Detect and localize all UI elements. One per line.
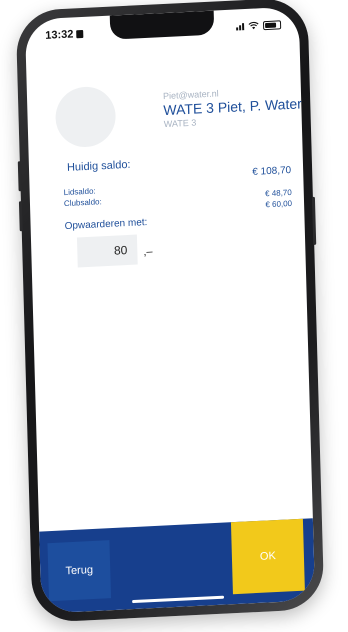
wifi-icon [248, 21, 259, 30]
avatar [54, 85, 117, 149]
home-indicator [132, 595, 225, 604]
account-content: Piet@water.nl WATE 3 Piet, P. Water WATE… [26, 46, 302, 268]
stage: 13:32 Piet@water.nl WATE 3 Piet, P. Wate… [0, 0, 348, 632]
phone: 13:32 Piet@water.nl WATE 3 Piet, P. Wate… [15, 0, 325, 624]
signal-icon [236, 22, 245, 31]
app-screen: 13:32 Piet@water.nl WATE 3 Piet, P. Wate… [24, 6, 316, 614]
saldo-title: Huidig saldo: [66, 158, 131, 174]
bottom-action-bar: Terug OK [39, 518, 316, 614]
saldo-list: € 108,70 Lidsaldo: Clubsaldo: € 48,70 € … [63, 164, 293, 220]
topup-amount-input[interactable] [76, 234, 138, 268]
topup-suffix: ,– [143, 245, 153, 259]
ok-button[interactable]: OK [230, 518, 305, 595]
battery-icon [262, 19, 282, 30]
status-left: 13:32 [45, 28, 84, 42]
back-button[interactable]: Terug [47, 540, 112, 602]
status-time: 13:32 [45, 28, 74, 42]
clubsaldo-label: Clubsaldo: [63, 197, 102, 209]
power-button [311, 196, 317, 245]
sim-icon [76, 29, 84, 39]
saldo-total-value: € 108,70 [252, 164, 292, 178]
status-right [236, 19, 282, 31]
user-info: Piet@water.nl WATE 3 Piet, P. Water WATE… [163, 85, 302, 130]
clubsaldo-value: € 60,00 [265, 198, 293, 210]
